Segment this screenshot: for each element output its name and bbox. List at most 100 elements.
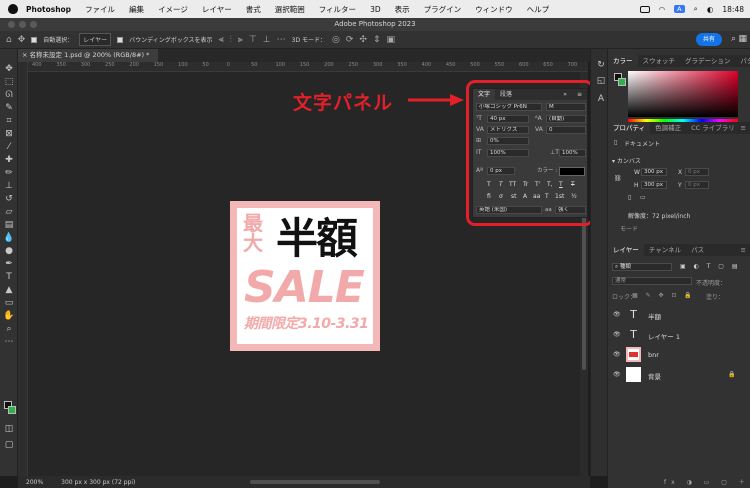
home-icon[interactable]: ⌂ <box>6 35 12 45</box>
menu-edit[interactable]: 編集 <box>129 4 144 15</box>
menu-type[interactable]: 書式 <box>246 4 261 15</box>
type-tool-icon[interactable]: T <box>3 271 15 283</box>
menu-3d[interactable]: 3D <box>370 5 381 14</box>
lasso-tool-icon[interactable]: ᘏ <box>3 89 15 101</box>
orientation-portrait-icon[interactable]: ▯ <box>628 194 631 201</box>
quick-mask-icon[interactable]: ◫ <box>3 423 15 435</box>
document-size-info[interactable]: 300 px x 300 px (72 ppi) <box>61 479 135 486</box>
visibility-eye-icon[interactable]: 👁 <box>613 311 621 318</box>
move-tool-icon[interactable]: ✥ <box>3 63 15 75</box>
horizontal-ruler[interactable]: 400 350 300 250 200 150 100 50 0 50 100 150 200 250 30… <box>28 62 588 72</box>
background-color-swatch[interactable] <box>8 406 16 414</box>
history-panel-icon[interactable]: ↻ <box>595 59 607 71</box>
menu-layer[interactable]: レイヤー <box>202 4 232 15</box>
canvas-width-field[interactable]: 300 px <box>641 168 667 176</box>
workspace-icon[interactable]: ▦ <box>738 34 747 44</box>
marquee-tool-icon[interactable]: ⬚ <box>3 76 15 88</box>
canvas-section-header[interactable]: ▾ カンバス <box>612 156 641 165</box>
distribute-icon[interactable]: ⋯ <box>277 35 286 45</box>
crop-tool-icon[interactable]: ⌗ <box>3 115 15 127</box>
more-tools-icon[interactable]: ⋯ <box>3 336 15 348</box>
screen-mode-icon[interactable]: ▢ <box>3 439 15 451</box>
menu-filter[interactable]: フィルター <box>319 4 356 15</box>
properties-panel-icon[interactable]: ◱ <box>595 75 607 87</box>
bounding-box-checkbox[interactable] <box>117 36 124 43</box>
hand-tool-icon[interactable]: ✋ <box>3 310 15 322</box>
tab-gradients[interactable]: グラデーション <box>680 55 735 67</box>
canvas-y-field[interactable]: 0 px <box>685 181 709 189</box>
canvas-height-field[interactable]: 300 px <box>641 181 667 189</box>
menu-select[interactable]: 選択範囲 <box>275 4 305 15</box>
clone-stamp-tool-icon[interactable]: ⊥ <box>3 180 15 192</box>
align-right-icon[interactable]: ⫸ <box>238 35 243 45</box>
vertical-ruler[interactable] <box>18 62 28 476</box>
color-picker-field[interactable] <box>628 71 738 117</box>
menu-plugins[interactable]: プラグイン <box>424 4 462 15</box>
canvas-x-field[interactable]: 0 px <box>685 168 709 176</box>
menu-help[interactable]: ヘルプ <box>527 4 550 15</box>
tab-properties[interactable]: プロパティ <box>608 122 651 134</box>
camera-3d-icon[interactable]: ▣ <box>386 35 395 45</box>
gradient-tool-icon[interactable]: ▤ <box>3 219 15 231</box>
close-window-button[interactable] <box>8 21 15 28</box>
visibility-eye-icon[interactable]: 👁 <box>613 371 621 378</box>
pen-tool-icon[interactable]: ✒ <box>3 258 15 270</box>
tab-patterns[interactable]: パターン <box>735 55 750 67</box>
document-tab[interactable]: × 名称未設定 1.psd @ 200% (RGB/8#) * <box>18 49 158 62</box>
tab-paths[interactable]: パス <box>686 244 709 256</box>
tab-adjustments[interactable]: 色調補正 <box>650 122 686 134</box>
orbit-3d-icon[interactable]: ◎ <box>332 35 340 45</box>
eyedropper-tool-icon[interactable]: ⁄ <box>3 141 15 153</box>
blend-mode-dropdown[interactable]: 通常 <box>612 277 692 285</box>
zoom-level[interactable]: 200% <box>26 479 43 486</box>
tab-color[interactable]: カラー <box>608 55 638 67</box>
control-center-icon[interactable]: ◐ <box>707 5 714 14</box>
visibility-eye-icon[interactable]: 👁 <box>613 351 621 358</box>
layer-filter-icons[interactable]: ▣ ◐ T ▢ ▤ <box>680 263 741 270</box>
tab-layers[interactable]: レイヤー <box>608 244 644 256</box>
history-brush-tool-icon[interactable]: ↺ <box>3 193 15 205</box>
character-panel-icon[interactable]: A <box>595 93 607 105</box>
zoom-window-button[interactable] <box>30 21 37 28</box>
layer-row[interactable]: 👁 T 半額 <box>608 305 742 325</box>
spotlight-icon[interactable]: ⌕ <box>694 4 698 14</box>
lock-icons[interactable]: ▦ ✎ ✥ ⊡ 🔒 <box>632 292 695 299</box>
visibility-eye-icon[interactable]: 👁 <box>613 331 621 338</box>
align-center-icon[interactable]: ⫶ <box>230 35 232 45</box>
panel-menu-icon[interactable]: ≡ <box>741 244 750 256</box>
move-tool-icon[interactable]: ✥ <box>18 35 26 45</box>
layer-filter-dropdown[interactable]: ⌕ 種類 <box>612 263 672 271</box>
dodge-tool-icon[interactable]: ● <box>3 245 15 257</box>
healing-brush-tool-icon[interactable]: ✚ <box>3 154 15 166</box>
search-icon[interactable]: ⌕ <box>731 34 736 44</box>
tab-cc-libraries[interactable]: CC ライブラリ <box>686 122 740 134</box>
eraser-tool-icon[interactable]: ▱ <box>3 206 15 218</box>
roll-3d-icon[interactable]: ⟳ <box>346 35 354 45</box>
minimize-window-button[interactable] <box>19 21 26 28</box>
drag-3d-icon[interactable]: ✣ <box>359 35 367 45</box>
menu-view[interactable]: 表示 <box>395 4 410 15</box>
brush-tool-icon[interactable]: ✏ <box>3 167 15 179</box>
slide-3d-icon[interactable]: ⇕ <box>373 35 381 45</box>
background-color-chip[interactable] <box>618 78 626 86</box>
align-top-icon[interactable]: ⊤ <box>249 35 257 45</box>
menu-app-name[interactable]: Photoshop <box>26 5 71 14</box>
auto-select-checkbox[interactable] <box>31 36 38 43</box>
panel-menu-icon[interactable]: ≡ <box>741 122 750 134</box>
align-middle-icon[interactable]: ⊥ <box>263 35 271 45</box>
wifi-icon[interactable]: ◠ <box>659 5 666 14</box>
apple-icon[interactable] <box>8 4 18 14</box>
input-source-badge[interactable]: A <box>674 5 685 13</box>
path-select-tool-icon[interactable]: ▲ <box>3 284 15 296</box>
close-tab-icon[interactable]: × <box>22 51 30 59</box>
orientation-landscape-icon[interactable]: ▭ <box>640 194 646 201</box>
menu-image[interactable]: イメージ <box>158 4 188 15</box>
zoom-tool-icon[interactable]: ⌕ <box>3 323 15 335</box>
layer-row[interactable]: 👁 bnr <box>608 345 742 365</box>
blur-tool-icon[interactable]: 💧 <box>3 232 15 244</box>
layer-actions-bar[interactable]: fx ◑ ▭ ▢ ＋ 🗑 <box>664 477 750 486</box>
menu-window[interactable]: ウィンドウ <box>475 4 513 15</box>
share-button[interactable]: 共有 <box>696 33 722 46</box>
layer-row[interactable]: 👁 T レイヤー 1 <box>608 325 742 345</box>
menu-file[interactable]: ファイル <box>85 4 115 15</box>
